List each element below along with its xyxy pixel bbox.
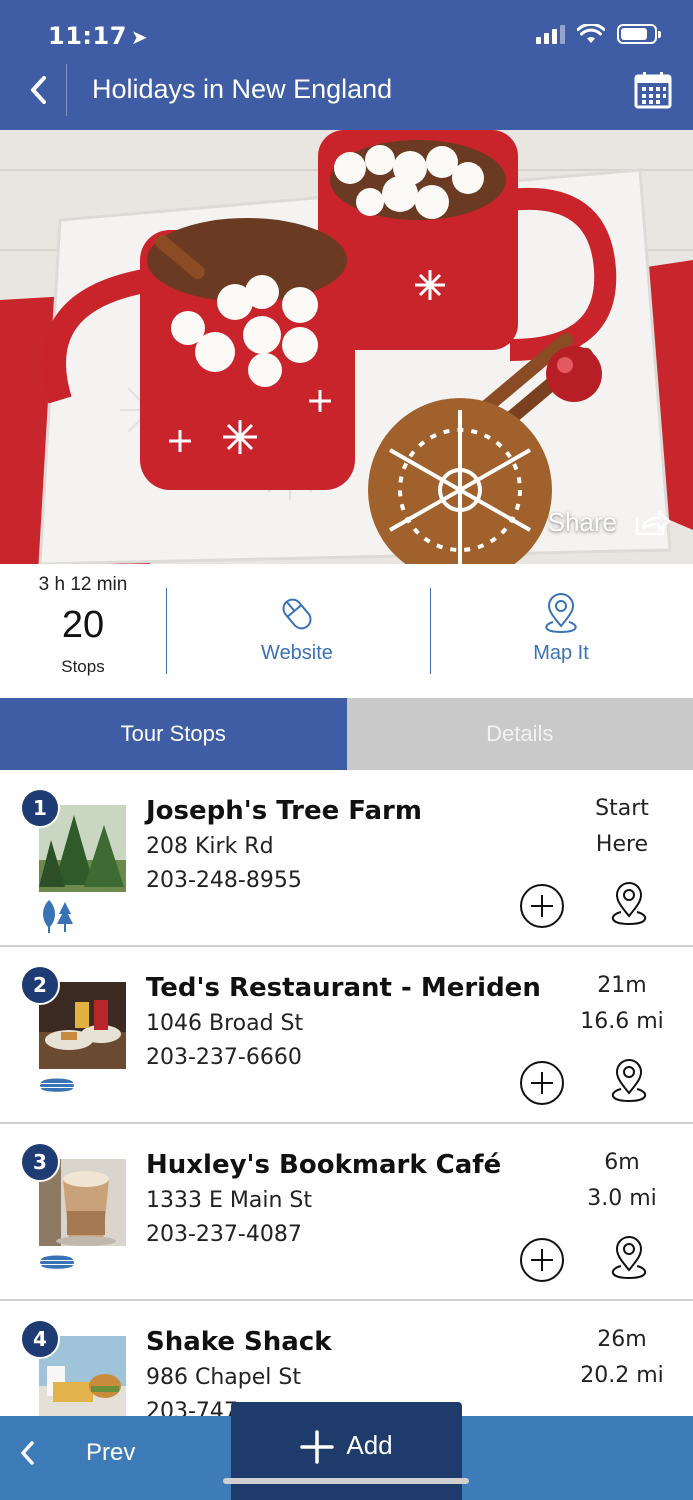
status-time-text: 11:17 bbox=[48, 22, 127, 50]
stop-name[interactable]: Huxley's Bookmark Café bbox=[146, 1150, 501, 1180]
plus-icon bbox=[300, 1430, 335, 1464]
food-icon bbox=[39, 1252, 75, 1276]
tab-tour-stops[interactable]: Tour Stops bbox=[0, 698, 347, 770]
stop-distance: 16.6 mi bbox=[580, 1009, 664, 1034]
stop-phone[interactable]: 203-237-4087 bbox=[146, 1222, 302, 1247]
share-button[interactable]: Share bbox=[548, 507, 671, 538]
stop-travel-time: Start bbox=[595, 796, 649, 821]
add-button[interactable]: Add bbox=[231, 1402, 462, 1500]
nav-bar: Holidays in New England bbox=[0, 50, 693, 130]
page-title: Holidays in New England bbox=[92, 74, 393, 104]
add-stop-button[interactable] bbox=[519, 1237, 565, 1283]
plus-circle-icon bbox=[520, 1238, 564, 1282]
stop-map-button[interactable] bbox=[606, 1057, 652, 1107]
stop-number: 1 bbox=[20, 788, 60, 828]
status-icons bbox=[536, 24, 661, 44]
stop-map-button[interactable] bbox=[606, 880, 652, 930]
share-icon bbox=[635, 510, 671, 535]
list-item[interactable]: 2 Ted's Restaurant - Meriden 1046 Broad … bbox=[0, 947, 693, 1124]
stop-travel-time: 26m bbox=[597, 1327, 647, 1352]
add-stop-button[interactable] bbox=[519, 1060, 565, 1106]
stop-name[interactable]: Ted's Restaurant - Meriden bbox=[146, 973, 541, 1003]
map-pin-icon bbox=[611, 1059, 647, 1103]
map-pin-icon bbox=[611, 1236, 647, 1280]
home-indicator bbox=[223, 1478, 469, 1484]
stop-address: 986 Chapel St bbox=[146, 1365, 301, 1390]
plus-circle-icon bbox=[520, 884, 564, 928]
food-icon bbox=[39, 1075, 75, 1099]
stop-address: 1046 Broad St bbox=[146, 1011, 304, 1036]
map-it-label: Map It bbox=[533, 642, 589, 664]
stop-address: 208 Kirk Rd bbox=[146, 834, 274, 859]
nav-divider bbox=[66, 64, 67, 116]
status-time: 11:17 ➤ bbox=[48, 22, 148, 50]
chevron-left-icon bbox=[21, 1441, 34, 1465]
stop-count: 20 bbox=[61, 604, 105, 646]
prev-label: Prev bbox=[86, 1439, 136, 1466]
map-it-button[interactable]: Map It bbox=[430, 592, 692, 665]
stop-distance: 20.2 mi bbox=[580, 1363, 664, 1388]
back-button[interactable] bbox=[16, 68, 60, 112]
prev-button[interactable]: Prev bbox=[14, 1428, 135, 1478]
cellular-signal-icon bbox=[536, 24, 565, 44]
add-stop-button[interactable] bbox=[519, 883, 565, 929]
stop-address: 1333 E Main St bbox=[146, 1188, 312, 1213]
calendar-icon bbox=[634, 72, 672, 109]
stop-phone[interactable]: 203-237-6660 bbox=[146, 1045, 302, 1070]
location-arrow-icon: ➤ bbox=[130, 25, 149, 49]
tour-duration: 3 h 12 min bbox=[38, 574, 128, 595]
add-label: Add bbox=[346, 1430, 393, 1460]
stop-distance: Here bbox=[595, 832, 649, 857]
share-label: Share bbox=[547, 507, 617, 537]
stop-travel-time: 21m bbox=[597, 973, 647, 998]
tree-icon bbox=[39, 898, 75, 938]
hot-cocoa-illustration bbox=[0, 130, 693, 564]
tab-bar: Tour Stops Details bbox=[0, 698, 693, 770]
website-button[interactable]: Website bbox=[166, 592, 428, 665]
stop-travel-time: 6m bbox=[604, 1150, 640, 1175]
plus-circle-icon bbox=[520, 1061, 564, 1105]
battery-icon bbox=[617, 24, 661, 44]
list-item[interactable]: 1 Joseph's Tree Farm 208 Kirk Rd 203-248… bbox=[0, 770, 693, 947]
calendar-button[interactable] bbox=[633, 70, 673, 110]
mouse-icon bbox=[282, 598, 312, 630]
stop-count-unit: Stops bbox=[61, 657, 105, 676]
website-label: Website bbox=[261, 642, 333, 664]
stop-map-button[interactable] bbox=[606, 1234, 652, 1284]
tour-summary: 3 h 12 min 20 Stops Website Map It bbox=[0, 564, 693, 698]
hero-image: Share bbox=[0, 130, 693, 564]
map-pin-icon bbox=[545, 593, 577, 634]
stop-number: 3 bbox=[20, 1142, 60, 1182]
wifi-icon bbox=[577, 24, 605, 43]
stop-name[interactable]: Shake Shack bbox=[146, 1327, 332, 1357]
stop-name[interactable]: Joseph's Tree Farm bbox=[146, 796, 422, 826]
chevron-left-icon bbox=[31, 76, 46, 104]
list-item[interactable]: 3 Huxley's Bookmark Café 1333 E Main St … bbox=[0, 1124, 693, 1301]
stop-distance: 3.0 mi bbox=[587, 1186, 657, 1211]
status-bar: 11:17 ➤ bbox=[0, 0, 693, 50]
stop-phone[interactable]: 203-248-8955 bbox=[146, 868, 302, 893]
tab-details[interactable]: Details bbox=[346, 698, 693, 770]
stop-number: 4 bbox=[20, 1319, 60, 1359]
stop-number: 2 bbox=[20, 965, 60, 1005]
map-pin-icon bbox=[611, 882, 647, 926]
